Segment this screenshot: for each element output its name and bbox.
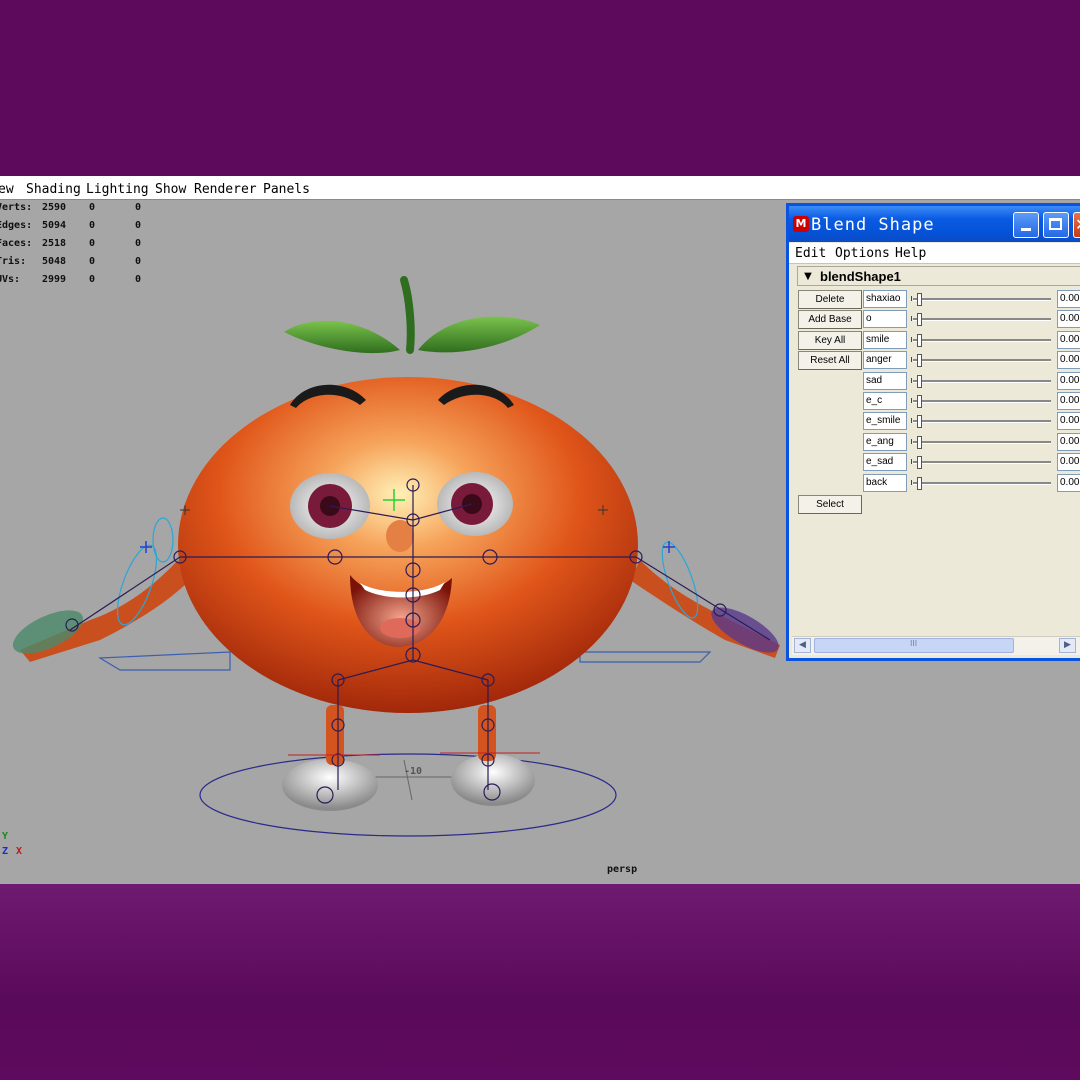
scroll-thumb[interactable]: III [814, 638, 1014, 653]
menu-help[interactable]: Help [895, 246, 926, 261]
scroll-left-icon[interactable]: ◀ [794, 638, 811, 653]
axis-z-label: Z [2, 846, 9, 857]
grid-number-label: -10 [404, 766, 423, 777]
target-name-field[interactable]: e_c [863, 392, 907, 410]
target-weight-slider[interactable] [911, 310, 1051, 328]
target-weight-slider[interactable] [911, 433, 1051, 451]
target-weight-slider[interactable] [911, 453, 1051, 471]
add-base-button[interactable]: Add Base [798, 310, 862, 329]
camera-name-label: persp [607, 864, 638, 875]
slider-thumb[interactable] [917, 333, 922, 347]
target-weight-slider[interactable] [911, 290, 1051, 308]
slider-thumb[interactable] [917, 395, 922, 408]
target-name-field[interactable]: o [863, 310, 907, 329]
target-name-field[interactable]: e_ang [863, 432, 907, 451]
left-shoe [282, 759, 378, 811]
target-weight-slider[interactable] [911, 474, 1051, 492]
target-name-field[interactable]: shaxiao [863, 290, 907, 308]
window-title: Blend Shape [811, 215, 935, 235]
viewport-menubar: ew Shading Lighting Show Renderer Panels [0, 179, 1080, 200]
menu-renderer[interactable]: Renderer [194, 182, 257, 197]
slider-thumb[interactable] [917, 476, 922, 490]
select-button[interactable]: Select [798, 495, 862, 514]
scroll-right-icon[interactable]: ▶ [1059, 638, 1076, 653]
target-name-field[interactable]: anger [863, 351, 907, 370]
slider-thumb[interactable] [917, 456, 922, 470]
right-shoe [451, 754, 535, 806]
slider-thumb[interactable] [917, 354, 922, 368]
bottom-purple-band [0, 884, 1080, 1080]
reset-all-button[interactable]: Reset All [798, 351, 862, 370]
menu-lighting[interactable]: Lighting [86, 182, 149, 197]
target-weight-value[interactable]: 0.00 [1057, 371, 1080, 390]
menu-panels[interactable]: Panels [263, 182, 310, 197]
blend-shape-menubar: Edit Options Help [789, 243, 1080, 264]
target-weight-value[interactable]: 0.00 [1057, 290, 1080, 308]
slider-thumb[interactable] [917, 374, 922, 388]
target-name-field[interactable]: sad [863, 371, 907, 390]
target-weight-slider[interactable] [911, 392, 1051, 410]
menu-show[interactable]: Show [155, 182, 186, 197]
target-weight-value[interactable]: 0.00 [1057, 412, 1080, 431]
target-weight-slider[interactable] [911, 372, 1051, 390]
target-weight-value[interactable]: 0.00 [1057, 330, 1080, 349]
target-weight-slider[interactable] [911, 331, 1051, 349]
axis-y-label: Y [2, 831, 9, 842]
scroll-thumb-grip: III [910, 639, 918, 648]
blendshape-node-name: blendShape1 [820, 269, 901, 284]
slider-thumb[interactable] [917, 293, 922, 306]
menu-edit[interactable]: Edit [795, 246, 826, 261]
blend-shape-titlebar[interactable]: M Blend Shape ✕ [789, 206, 1080, 242]
minimize-button[interactable] [1013, 212, 1039, 238]
close-icon: ✕ [1075, 215, 1080, 234]
target-weight-value[interactable]: 0.00 [1057, 351, 1080, 370]
slider-thumb[interactable] [917, 415, 922, 429]
maya-app-icon: M [793, 216, 809, 232]
top-purple-band [0, 0, 1080, 176]
target-weight-value[interactable]: 0.00 [1057, 432, 1080, 451]
delete-button[interactable]: Delete [798, 290, 862, 309]
axis-x-label: X [16, 846, 23, 857]
target-weight-value[interactable]: 0.00 [1057, 473, 1080, 492]
key-all-button[interactable]: Key All [798, 331, 862, 350]
target-name-field[interactable]: e_smile [863, 412, 907, 431]
menu-options[interactable]: Options [835, 246, 890, 261]
target-weight-value[interactable]: 0.00 [1057, 310, 1080, 329]
close-button[interactable]: ✕ [1073, 212, 1080, 238]
menu-shading[interactable]: Shading [26, 182, 81, 197]
blend-shape-window: M Blend Shape ✕ Edit Options Help ▼ blen… [786, 203, 1080, 661]
maximize-button[interactable] [1043, 212, 1069, 238]
target-weight-slider[interactable] [911, 412, 1051, 430]
target-name-field[interactable]: back [863, 473, 907, 492]
target-weight-value[interactable]: 0.00 [1057, 392, 1080, 410]
target-weight-value[interactable]: 0.00 [1057, 453, 1080, 472]
maximize-icon [1049, 218, 1062, 230]
collapse-arrow-icon[interactable]: ▼ [801, 270, 815, 283]
horizontal-scrollbar[interactable]: ◀ III ▶ [792, 636, 1080, 655]
slider-thumb[interactable] [917, 313, 922, 327]
minimize-icon [1021, 228, 1031, 231]
slider-thumb[interactable] [917, 435, 922, 449]
blendshape-node-header[interactable]: ▼ blendShape1 [797, 266, 1080, 286]
menu-view[interactable]: ew [0, 182, 14, 197]
target-name-field[interactable]: e_sad [863, 453, 907, 472]
target-weight-slider[interactable] [911, 351, 1051, 369]
target-name-field[interactable]: smile [863, 330, 907, 349]
